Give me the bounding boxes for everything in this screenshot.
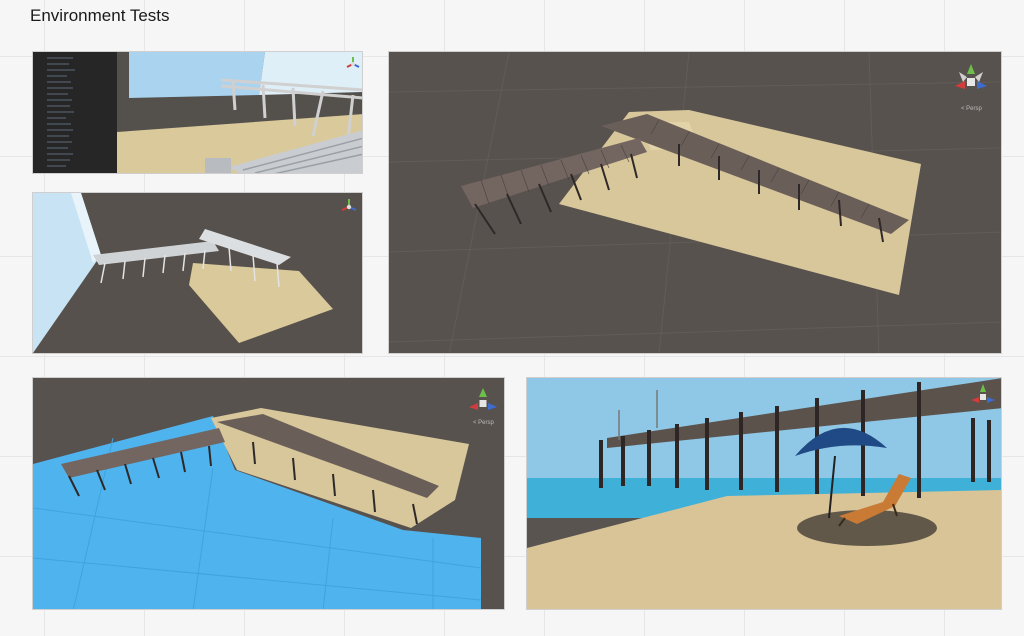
scene-view-1[interactable] <box>32 51 363 174</box>
perspective-label[interactable]: < Persp <box>961 106 983 112</box>
perspective-label[interactable]: < Persp <box>473 420 495 426</box>
scene-render-3: < Persp <box>389 52 1001 353</box>
board-title: Environment Tests <box>30 6 170 25</box>
scene-view-5[interactable] <box>526 377 1002 610</box>
scene-view-2[interactable] <box>32 192 363 354</box>
scene-render-2 <box>33 193 362 353</box>
scene-view-4[interactable]: < Persp <box>32 377 505 610</box>
scene-view-3[interactable]: < Persp <box>388 51 1002 354</box>
scene-render-1 <box>33 52 362 173</box>
scene-render-5 <box>527 378 1001 609</box>
sky-plane <box>129 52 265 98</box>
scene-render-4: < Persp <box>33 378 504 609</box>
